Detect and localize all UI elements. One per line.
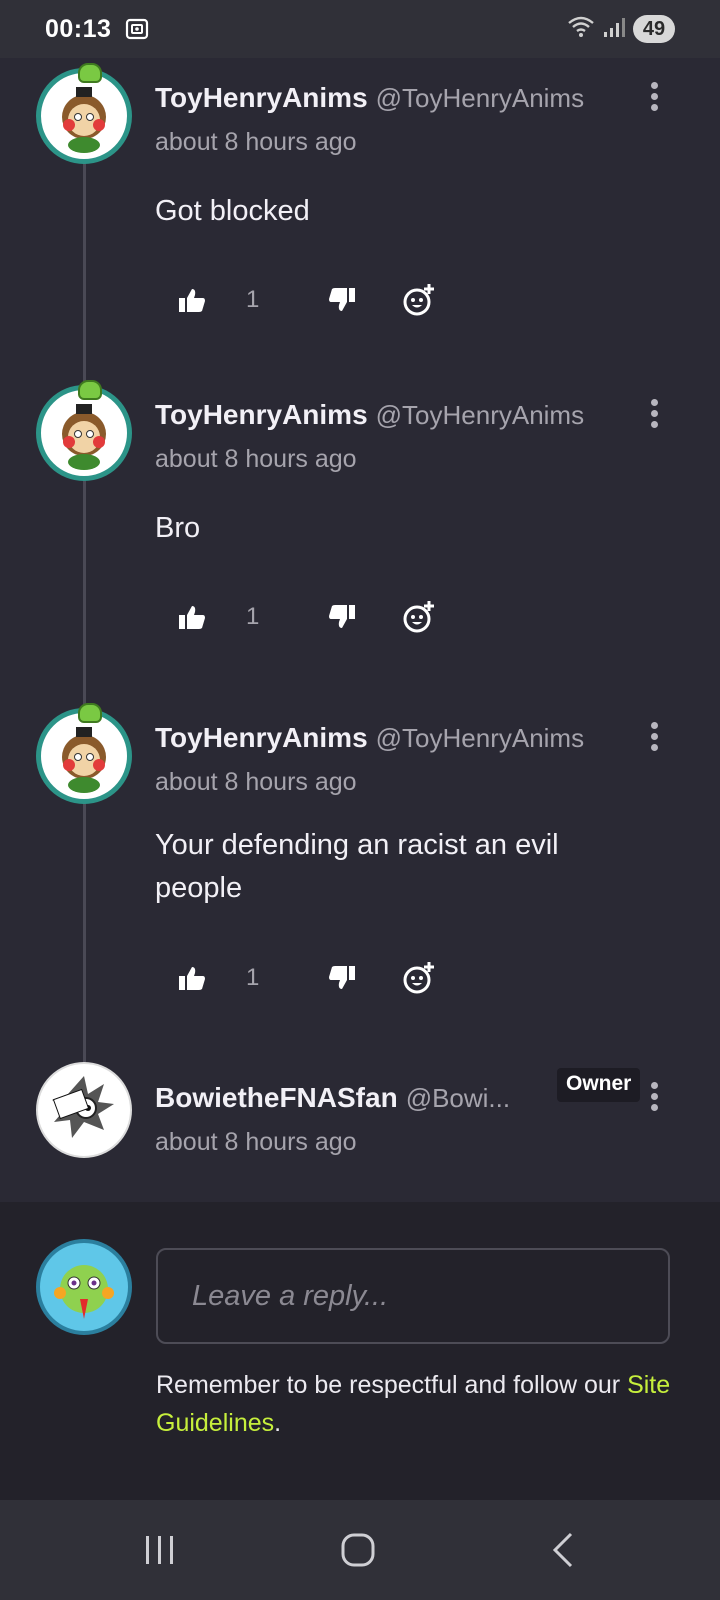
timestamp: about 8 hours ago: [155, 445, 357, 473]
reply-area: Remember to be respectful and follow our…: [0, 1202, 720, 1500]
thumbs-up-icon[interactable]: [178, 965, 206, 991]
display-name[interactable]: ToyHenryAnims: [155, 82, 368, 113]
status-bar: 00:13 49: [0, 0, 720, 58]
like-count: 1: [246, 603, 260, 630]
thumbs-up-icon[interactable]: [178, 287, 206, 313]
more-options-icon[interactable]: [648, 722, 660, 758]
avatar[interactable]: [36, 703, 132, 804]
signal-icon: [603, 16, 625, 43]
navigation-bar: [0, 1500, 720, 1600]
comment-text: Got blocked: [155, 195, 310, 227]
add-reaction-icon[interactable]: [402, 600, 436, 634]
avatar[interactable]: [36, 1062, 132, 1158]
avatar[interactable]: [36, 380, 132, 481]
display-name[interactable]: ToyHenryAnims: [155, 399, 368, 430]
more-options-icon[interactable]: [648, 82, 660, 118]
comment-actions: 1: [178, 280, 436, 320]
display-name[interactable]: ToyHenryAnims: [155, 722, 368, 753]
more-options-icon[interactable]: [648, 399, 660, 435]
add-reaction-icon[interactable]: [402, 283, 436, 317]
status-icons: 49: [567, 15, 675, 43]
avatar[interactable]: [36, 63, 132, 164]
guidelines-notice: Remember to be respectful and follow our…: [156, 1366, 686, 1442]
home-icon[interactable]: [336, 1528, 380, 1572]
back-icon[interactable]: [542, 1528, 586, 1572]
reply-input[interactable]: [156, 1248, 670, 1344]
comment-actions: 1: [178, 958, 436, 998]
thumbs-down-icon[interactable]: [328, 965, 356, 991]
timestamp: about 8 hours ago: [155, 128, 357, 156]
thumbs-up-icon[interactable]: [178, 604, 206, 630]
like-count: 1: [246, 286, 260, 313]
thread-line: [83, 160, 86, 1080]
guidelines-text: Remember to be respectful and follow our: [156, 1371, 621, 1399]
hedgehog-avatar-icon: [52, 1076, 114, 1138]
user-handle[interactable]: @ToyHenryAnims: [376, 83, 584, 113]
screen-record-icon: [125, 17, 149, 41]
timestamp: about 8 hours ago: [155, 1128, 357, 1156]
display-name[interactable]: BowietheFNASfan: [155, 1082, 398, 1113]
character-avatar-icon: [54, 1265, 114, 1319]
more-options-icon[interactable]: [648, 1082, 660, 1118]
thumbs-down-icon[interactable]: [328, 287, 356, 313]
timestamp: about 8 hours ago: [155, 768, 357, 796]
user-handle[interactable]: @Bowi...: [406, 1083, 510, 1113]
recent-apps-icon[interactable]: [138, 1528, 182, 1572]
username[interactable]: ToyHenryAnims @ToyHenryAnims: [155, 722, 584, 754]
owner-badge: Owner: [557, 1068, 641, 1102]
like-count: 1: [246, 964, 260, 991]
comment-text: Your defending an racist an evil people: [155, 829, 559, 904]
character-avatar-icon: [62, 727, 106, 793]
user-handle[interactable]: @ToyHenryAnims: [376, 723, 584, 753]
username[interactable]: BowietheFNASfan @Bowi...: [155, 1082, 510, 1114]
thumbs-down-icon[interactable]: [328, 604, 356, 630]
guidelines-period: .: [274, 1409, 282, 1437]
username[interactable]: ToyHenryAnims @ToyHenryAnims: [155, 82, 584, 114]
wifi-icon: [567, 16, 595, 43]
comment-actions: 1: [178, 597, 436, 637]
add-reaction-icon[interactable]: [402, 961, 436, 995]
current-user-avatar[interactable]: [36, 1239, 132, 1335]
character-avatar-icon: [62, 87, 106, 153]
battery-icon: 49: [633, 15, 675, 43]
character-avatar-icon: [62, 404, 106, 470]
comment-text: Bro: [155, 512, 201, 544]
user-handle[interactable]: @ToyHenryAnims: [376, 400, 584, 430]
status-time: 00:13: [45, 14, 112, 43]
username[interactable]: ToyHenryAnims @ToyHenryAnims: [155, 399, 584, 431]
